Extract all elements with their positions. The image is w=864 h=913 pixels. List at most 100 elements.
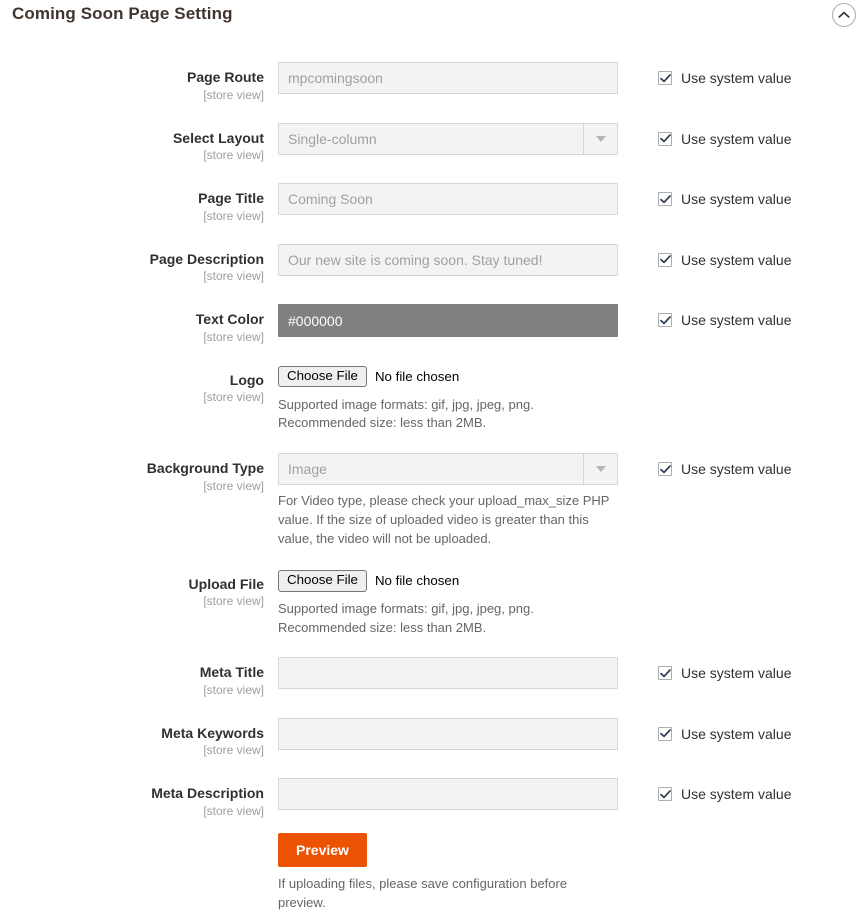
use-system-value-label: Use system value <box>681 665 792 682</box>
control-meta-title <box>278 657 618 690</box>
scope-text: [store view] <box>203 329 264 344</box>
chevron-up-circle-icon[interactable] <box>832 3 856 27</box>
use-system-value-label: Use system value <box>681 725 792 742</box>
use-system-value-meta-title[interactable]: Use system value <box>658 657 791 681</box>
label-text: Upload File <box>188 575 264 592</box>
select-layout-value: Single-column <box>288 130 377 147</box>
use-system-value-text-color[interactable]: Use system value <box>658 304 791 328</box>
use-system-value-page-description[interactable]: Use system value <box>658 244 791 268</box>
field-row-background-type: Background Type [store view] Image For V… <box>0 453 864 549</box>
checkbox-checked-icon[interactable] <box>658 192 672 206</box>
chevron-down-icon[interactable] <box>583 123 617 154</box>
control-background-type: Image For Video type, please check your … <box>278 453 618 549</box>
scope-text: [store view] <box>203 208 264 223</box>
label-text: Text Color <box>195 311 264 327</box>
field-row-meta-title: Meta Title [store view] Use system value <box>0 657 864 698</box>
label-text: Meta Description <box>151 785 264 802</box>
use-system-value-meta-keywords[interactable]: Use system value <box>658 718 791 742</box>
upload-choose-file-button[interactable]: Choose File <box>278 569 367 592</box>
label-background-type: Background Type [store view] <box>0 453 278 494</box>
preview-button[interactable]: Preview <box>278 832 367 867</box>
logo-note: Supported image formats: gif, jpg, jpeg,… <box>278 396 618 434</box>
scope-text: [store view] <box>203 478 264 493</box>
label-meta-title: Meta Title [store view] <box>0 657 278 698</box>
label-text: Page Title <box>198 190 264 206</box>
control-page-description <box>278 243 618 276</box>
use-system-value-label: Use system value <box>681 70 792 86</box>
meta-description-input[interactable] <box>278 778 618 811</box>
scope-text: [store view] <box>203 743 264 758</box>
checkbox-checked-icon[interactable] <box>658 726 672 741</box>
control-logo: Choose File No file chosen Supported ima… <box>278 365 618 434</box>
upload-note-line1: Supported image formats: gif, jpg, jpeg,… <box>278 600 534 616</box>
checkbox-checked-icon[interactable] <box>658 666 672 681</box>
use-system-value-page-route[interactable]: Use system value <box>658 62 791 86</box>
use-system-value-label: Use system value <box>681 786 792 803</box>
field-row-select-layout: Select Layout [store view] Single-column… <box>0 122 864 164</box>
field-row-page-route: Page Route [store view] Use system value <box>0 62 864 103</box>
background-type-value: Image <box>288 461 327 478</box>
label-upload-file: Upload File [store view] <box>0 569 278 610</box>
logo-note-line2: Recommended size: less than 2MB. <box>278 415 487 431</box>
checkbox-checked-icon[interactable] <box>658 462 672 477</box>
meta-title-input[interactable] <box>278 657 618 690</box>
use-system-value-label: Use system value <box>681 251 792 268</box>
select-layout-dropdown[interactable]: Single-column <box>278 122 618 155</box>
preview-note: If uploading files, please save configur… <box>278 876 568 910</box>
control-preview: Preview If uploading files, please save … <box>278 832 618 913</box>
upload-file-note: Supported image formats: gif, jpg, jpeg,… <box>278 600 618 638</box>
label-text: Page Route <box>186 69 264 85</box>
label-text: Meta Title <box>199 664 264 681</box>
page-route-input[interactable] <box>278 62 618 94</box>
scope-text: [store view] <box>203 390 264 404</box>
use-system-value-label: Use system value <box>681 312 792 328</box>
field-row-meta-keywords: Meta Keywords [store view] Use system va… <box>0 717 864 759</box>
checkbox-checked-icon[interactable] <box>658 787 672 802</box>
upload-file-input[interactable]: Choose File No file chosen <box>278 569 618 593</box>
use-system-value-page-title[interactable]: Use system value <box>658 183 791 207</box>
logo-choose-file-button[interactable]: Choose File <box>278 365 367 388</box>
control-page-route <box>278 62 618 94</box>
use-system-value-meta-description[interactable]: Use system value <box>658 778 791 802</box>
checkbox-checked-icon[interactable] <box>658 71 672 85</box>
use-system-value-background-type[interactable]: Use system value <box>658 453 791 477</box>
field-row-text-color: Text Color [store view] Use system value <box>0 304 864 345</box>
label-text: Logo <box>229 371 264 388</box>
label-text: Meta Keywords <box>161 724 264 741</box>
logo-file-name: No file chosen <box>374 369 460 384</box>
label-text: Page Description <box>149 250 264 267</box>
background-type-note: For Video type, please check your upload… <box>278 493 610 546</box>
background-type-dropdown[interactable]: Image <box>278 453 618 486</box>
page-description-input[interactable] <box>278 243 618 276</box>
field-row-page-title: Page Title [store view] Use system value <box>0 183 864 224</box>
coming-soon-settings-form: Page Route [store view] Use system value… <box>0 38 864 913</box>
page-title-input[interactable] <box>278 183 618 215</box>
field-row-preview: Preview If uploading files, please save … <box>0 832 864 913</box>
logo-file-input[interactable]: Choose File No file chosen <box>278 365 618 389</box>
control-select-layout: Single-column <box>278 122 618 155</box>
field-row-upload-file: Upload File [store view] Choose File No … <box>0 569 864 638</box>
label-text-color: Text Color [store view] <box>0 304 278 345</box>
use-system-value-label: Use system value <box>681 130 792 147</box>
scope-text: [store view] <box>203 269 264 283</box>
control-meta-description <box>278 778 618 811</box>
label-page-description: Page Description [store view] <box>0 244 278 285</box>
page-title: Coming Soon Page Setting <box>12 4 233 23</box>
label-preview-spacer <box>0 833 278 840</box>
label-meta-keywords: Meta Keywords [store view] <box>0 718 278 759</box>
checkbox-checked-icon[interactable] <box>658 313 672 327</box>
label-page-title: Page Title [store view] <box>0 183 278 224</box>
text-color-input[interactable] <box>278 304 618 337</box>
logo-note-line1: Supported image formats: gif, jpg, jpeg,… <box>278 396 534 412</box>
upload-file-name: No file chosen <box>374 573 460 589</box>
checkbox-checked-icon[interactable] <box>658 252 672 267</box>
scope-text: [store view] <box>203 594 264 609</box>
checkbox-checked-icon[interactable] <box>658 131 672 146</box>
chevron-down-icon[interactable] <box>583 454 617 485</box>
control-text-color <box>278 304 618 337</box>
use-system-value-select-layout[interactable]: Use system value <box>658 123 791 147</box>
label-text: Background Type <box>146 460 264 477</box>
field-row-page-description: Page Description [store view] Use system… <box>0 243 864 285</box>
meta-keywords-input[interactable] <box>278 717 618 750</box>
use-system-value-label: Use system value <box>681 191 792 207</box>
